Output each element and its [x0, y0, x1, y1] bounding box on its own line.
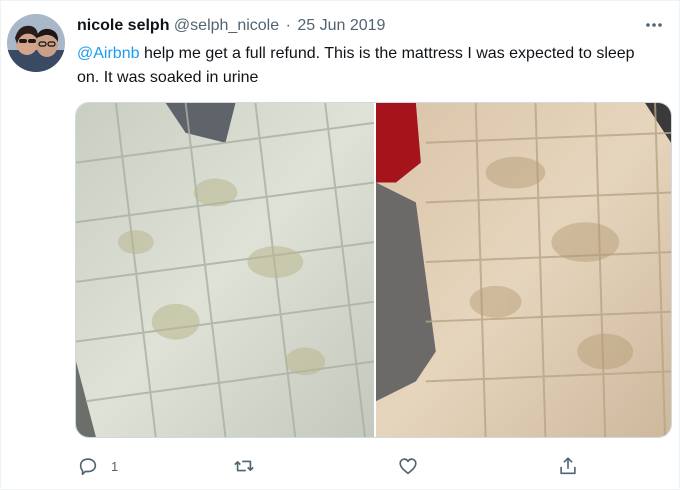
avatar[interactable] — [7, 14, 65, 72]
retweet-button[interactable] — [233, 453, 255, 479]
more-horizontal-icon — [646, 23, 662, 27]
mattress-photo-2 — [376, 103, 671, 437]
tweet-actions: 1 — [77, 453, 597, 479]
photo-2[interactable] — [376, 103, 671, 437]
tweet-card: nicole selph @selph_nicole · 25 Jun 2019… — [0, 0, 680, 490]
avatar-image — [7, 14, 65, 72]
reply-count: 1 — [111, 458, 119, 474]
share-icon — [560, 457, 576, 475]
media-grid — [75, 102, 672, 438]
like-button[interactable] — [397, 453, 419, 479]
mention-link[interactable]: @Airbnb — [77, 45, 140, 62]
mattress-photo-1 — [76, 103, 374, 437]
more-options-button[interactable] — [643, 15, 665, 35]
heart-icon — [399, 458, 417, 475]
display-name[interactable]: nicole selph — [77, 17, 169, 34]
photo-1[interactable] — [76, 103, 374, 437]
share-button[interactable] — [557, 453, 579, 479]
tweet-date[interactable]: 25 Jun 2019 — [297, 17, 385, 34]
user-handle[interactable]: @selph_nicole — [174, 17, 279, 34]
reply-button[interactable]: 1 — [77, 453, 118, 479]
tweet-text: @Airbnb help me get a full refund. This … — [77, 42, 657, 90]
retweet-icon — [234, 460, 254, 472]
tweet-body: help me get a full refund. This is the m… — [77, 45, 635, 86]
tweet-header: nicole selph @selph_nicole · 25 Jun 2019 — [77, 15, 385, 37]
reply-icon — [79, 458, 97, 476]
separator: · — [285, 17, 291, 34]
